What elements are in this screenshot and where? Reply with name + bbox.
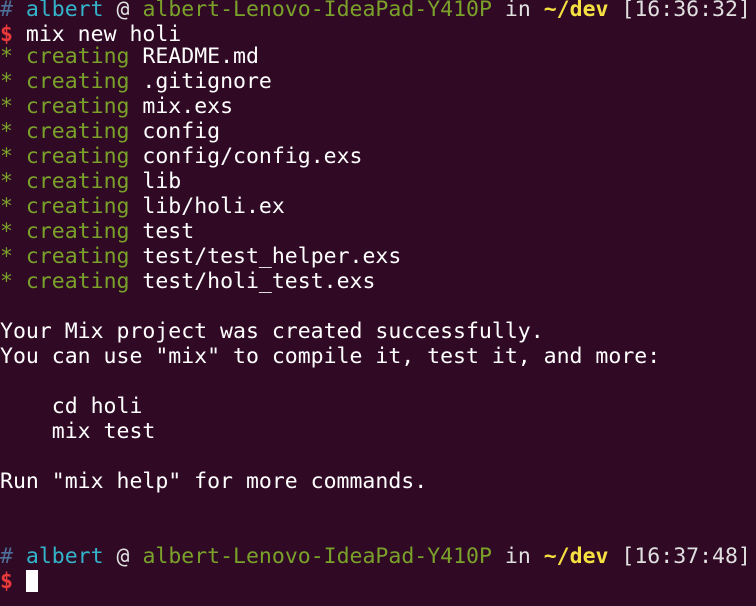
- created-file-path: config/config.exs: [142, 144, 363, 169]
- created-file-line: * creating config/config.exs: [0, 144, 756, 169]
- created-file-line: * creating test/test_helper.exs: [0, 244, 756, 269]
- created-file-path: lib: [142, 169, 182, 194]
- output-command: cd holi: [0, 394, 143, 419]
- creating-label: creating: [25, 44, 130, 69]
- prompt-hash: #: [0, 544, 13, 569]
- created-file-line: * creating mix.exs: [0, 94, 756, 119]
- prompt-at: @: [116, 0, 130, 22]
- bullet-star: *: [0, 44, 13, 69]
- terminal-window[interactable]: # albert @ albert-Lenovo-IdeaPad-Y410P i…: [0, 0, 756, 603]
- created-file-path: lib/holi.ex: [142, 194, 285, 219]
- prompt-at: @: [116, 544, 130, 569]
- prompt-in: in: [504, 0, 531, 22]
- creating-label: creating: [25, 269, 130, 294]
- prompt-line: # albert @ albert-Lenovo-IdeaPad-Y410P i…: [0, 544, 756, 569]
- creating-label: creating: [25, 119, 130, 144]
- bullet-star: *: [0, 219, 13, 244]
- prompt-directory: ~/dev: [543, 544, 609, 569]
- output-command: mix test: [0, 419, 156, 444]
- created-file-path: mix.exs: [142, 94, 234, 119]
- created-file-path: test: [142, 219, 195, 244]
- created-file-path: config: [142, 119, 221, 144]
- bullet-star: *: [0, 119, 13, 144]
- creating-label: creating: [25, 69, 130, 94]
- prompt-user: albert: [25, 0, 104, 22]
- bullet-star: *: [0, 69, 13, 94]
- prompt-timestamp: [16:36:32]: [621, 0, 751, 22]
- output-line: Your Mix project was created successfull…: [0, 319, 544, 344]
- bullet-star: *: [0, 144, 13, 169]
- bullet-star: *: [0, 269, 13, 294]
- bullet-star: *: [0, 244, 13, 269]
- creating-label: creating: [25, 219, 130, 244]
- bullet-star: *: [0, 169, 13, 194]
- prompt-host: albert-Lenovo-IdeaPad-Y410P: [142, 544, 492, 569]
- prompt-hash: #: [0, 0, 13, 22]
- created-file-line: * creating test: [0, 219, 756, 244]
- created-file-path: test/holi_test.exs: [142, 269, 376, 294]
- bullet-star: *: [0, 194, 13, 219]
- prompt-in: in: [504, 544, 531, 569]
- created-file-path: .gitignore: [142, 69, 272, 94]
- created-file-line: * creating config: [0, 119, 756, 144]
- creating-label: creating: [25, 144, 130, 169]
- prompt-line: # albert @ albert-Lenovo-IdeaPad-Y410P i…: [0, 0, 756, 22]
- text-cursor[interactable]: [25, 570, 38, 592]
- creating-label: creating: [25, 194, 130, 219]
- created-file-path: README.md: [142, 44, 259, 69]
- created-file-line: * creating .gitignore: [0, 69, 756, 94]
- input-line[interactable]: $: [0, 569, 756, 594]
- bullet-star: *: [0, 94, 13, 119]
- created-file-line: * creating lib/holi.ex: [0, 194, 756, 219]
- prompt-directory: ~/dev: [543, 0, 609, 22]
- prompt-user: albert: [25, 544, 104, 569]
- created-file-line: * creating lib: [0, 169, 756, 194]
- creating-label: creating: [25, 244, 130, 269]
- created-file-line: * creating test/holi_test.exs: [0, 269, 756, 294]
- prompt-timestamp: [16:37:48]: [621, 544, 751, 569]
- output-line: Run "mix help" for more commands.: [0, 469, 428, 494]
- creating-label: creating: [25, 169, 130, 194]
- creating-label: creating: [25, 94, 130, 119]
- created-file-path: test/test_helper.exs: [142, 244, 402, 269]
- created-file-line: * creating README.md: [0, 44, 756, 69]
- prompt-dollar: $: [0, 569, 13, 594]
- prompt-host: albert-Lenovo-IdeaPad-Y410P: [142, 0, 492, 22]
- output-line: You can use "mix" to compile it, test it…: [0, 344, 661, 369]
